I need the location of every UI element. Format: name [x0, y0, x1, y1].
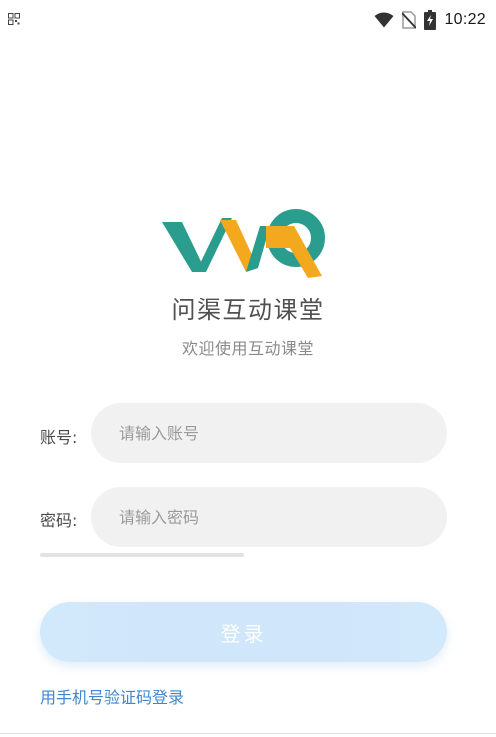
scroll-indicator — [40, 553, 244, 557]
qr-scan-icon — [8, 13, 20, 25]
status-bar: 10:22 — [0, 0, 496, 40]
account-input[interactable] — [91, 403, 447, 463]
battery-charging-icon — [424, 10, 437, 30]
password-input[interactable] — [91, 487, 447, 547]
bottom-divider — [0, 733, 496, 734]
app-slogan: 欢迎使用互动课堂 — [181, 339, 314, 358]
sms-login-link[interactable]: 用手机号验证码登录 — [40, 684, 184, 708]
app-logo — [162, 209, 325, 278]
no-sim-icon — [402, 11, 417, 29]
status-time: 10:22 — [444, 11, 486, 28]
login-button[interactable]: 登录 — [40, 602, 447, 662]
app-name: 问渠互动课堂 — [171, 296, 325, 324]
wifi-icon — [374, 12, 394, 28]
status-icons: 10:22 — [374, 9, 486, 31]
account-label: 账号: — [40, 428, 78, 447]
password-label: 密码: — [40, 511, 78, 530]
